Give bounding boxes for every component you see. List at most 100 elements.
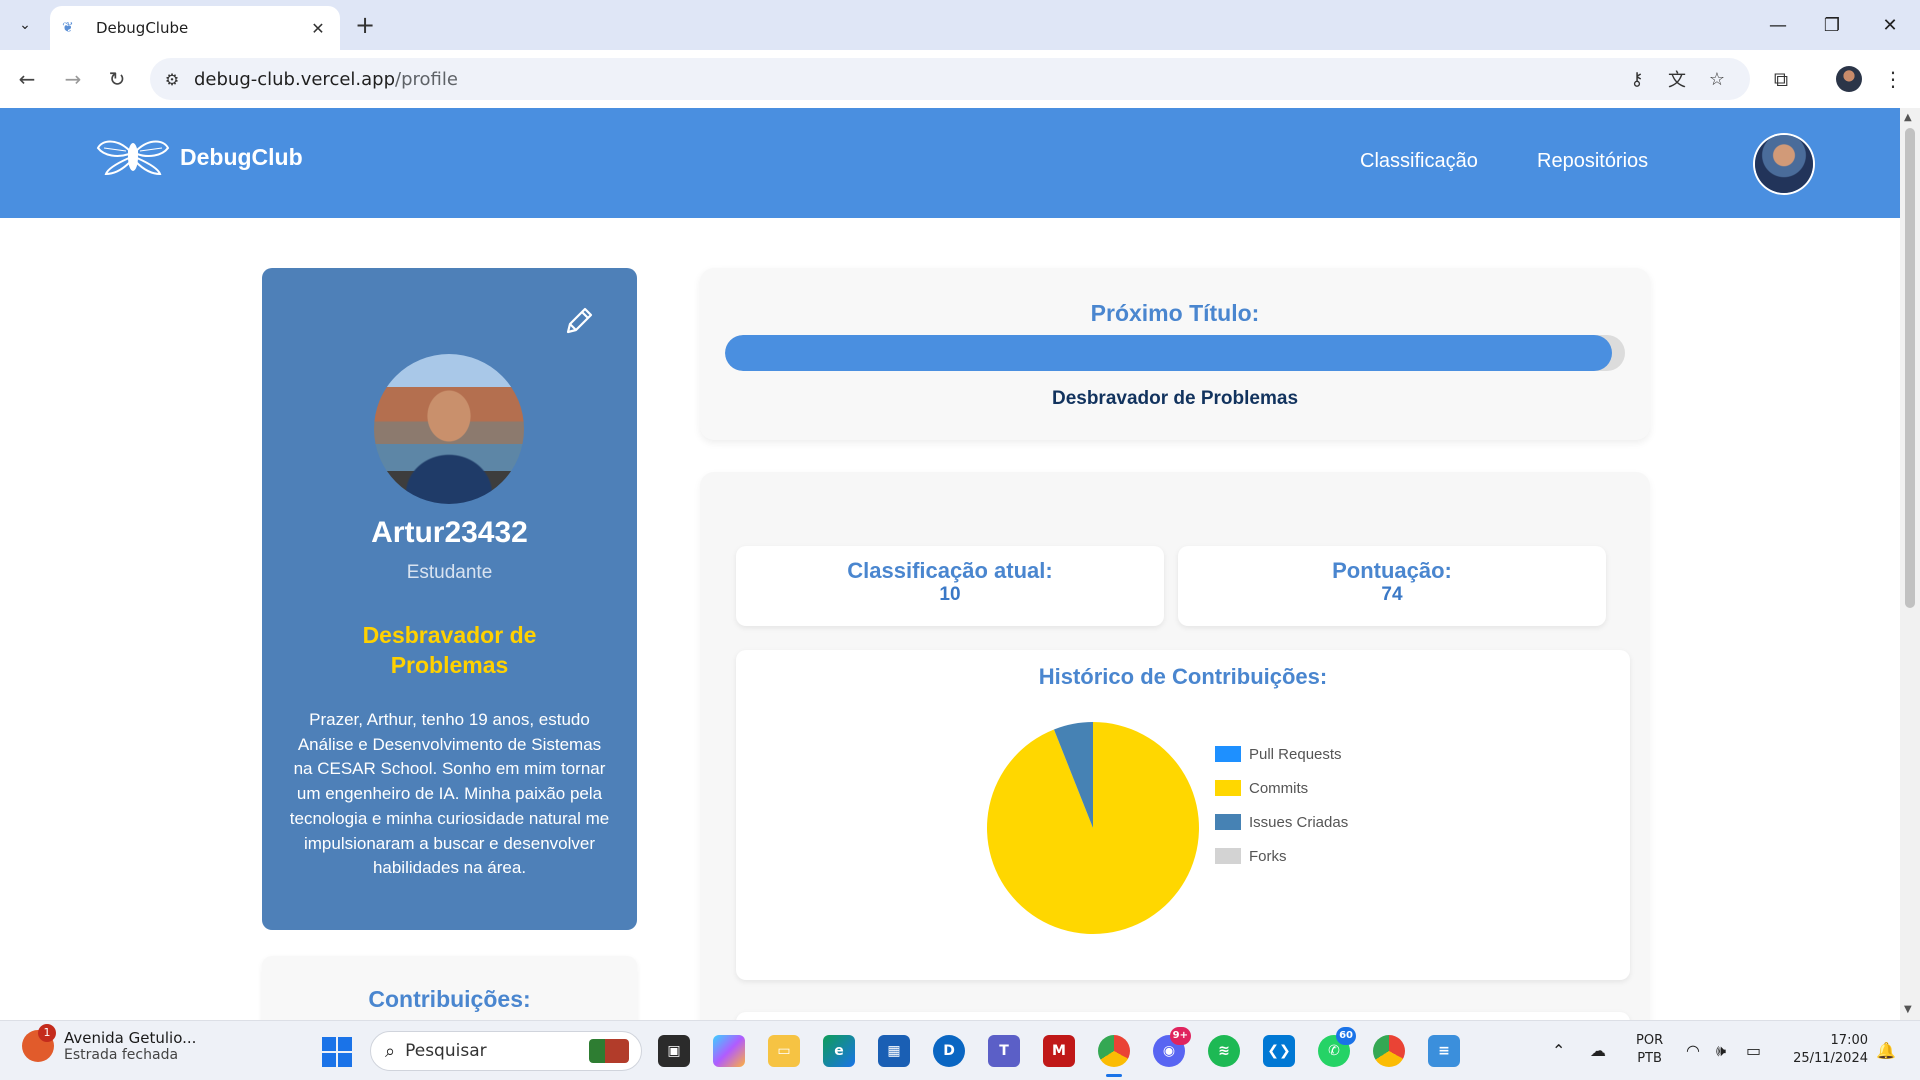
page-scrollbar[interactable]: ▲ ▼	[1900, 108, 1920, 1020]
site-favicon-icon: ❦	[62, 20, 74, 36]
site-info-icon[interactable]: ⚙	[150, 70, 194, 89]
score-value: 74	[1381, 584, 1403, 605]
language-code: POR	[1636, 1033, 1664, 1048]
battery-icon[interactable]: ▭	[1746, 1041, 1761, 1060]
tray-chevron-icon[interactable]: ⌃	[1552, 1041, 1565, 1060]
legend-swatch	[1215, 848, 1241, 864]
windows-start-icon[interactable]	[322, 1037, 352, 1067]
browser-profile-avatar[interactable]	[1836, 66, 1862, 92]
copilot-icon[interactable]	[713, 1035, 745, 1067]
language-indicator[interactable]: POR PTB	[1636, 1032, 1663, 1068]
clock-date: 25/11/2024	[1793, 1051, 1868, 1066]
legend-label: Pull Requests	[1249, 746, 1342, 763]
new-tab-icon[interactable]: +	[350, 10, 380, 40]
next-title-name: Desbravador de Problemas	[1051, 388, 1299, 409]
forward-icon[interactable]: →	[58, 64, 88, 94]
browser-tab[interactable]: ❦ DebugClube ✕	[50, 6, 340, 50]
extensions-puzzle-icon[interactable]: ⧉	[1766, 64, 1796, 94]
clock[interactable]: 17:00 25/11/2024	[1786, 1032, 1868, 1068]
windows-taskbar: 1 Avenida Getulio... Estrada fechada ⌕ P…	[0, 1020, 1920, 1080]
profile-card: Artur23432 Estudante Desbravador de Prob…	[262, 268, 637, 930]
clock-time: 17:00	[1830, 1033, 1868, 1048]
weather-title: Avenida Getulio...	[64, 1029, 197, 1047]
scroll-up-icon[interactable]: ▲	[1904, 112, 1912, 123]
restore-icon[interactable]: ❐	[1812, 10, 1852, 40]
profile-photo	[374, 354, 524, 504]
profile-role: Estudante	[406, 562, 493, 583]
window-close-icon[interactable]: ✕	[1870, 10, 1910, 40]
brand-name: DebugClub	[180, 143, 303, 170]
chrome-icon[interactable]	[1098, 1035, 1130, 1077]
score-label: Pontuação:	[1332, 558, 1452, 583]
contributions-heading: Contribuições:	[368, 986, 531, 1012]
site-header: DebugClub Classificação Repositórios	[0, 108, 1900, 218]
reload-icon[interactable]: ↻	[102, 64, 132, 94]
teams-icon[interactable]: T	[988, 1035, 1020, 1067]
cicada-logo-icon	[96, 140, 170, 176]
address-bar[interactable]: ⚙ debug-club.vercel.app /profile ⚷ 文 ☆	[150, 58, 1750, 100]
store-icon[interactable]: ▦	[878, 1035, 910, 1067]
task-view-icon[interactable]: ▣	[658, 1035, 690, 1067]
weather-subtitle: Estrada fechada	[64, 1047, 179, 1063]
file-explorer-icon[interactable]: ▭	[768, 1035, 800, 1067]
next-section-card	[736, 1012, 1630, 1020]
scroll-down-icon[interactable]: ▼	[1904, 1004, 1912, 1015]
edit-pencil-icon[interactable]	[562, 304, 596, 338]
whatsapp-icon[interactable]: ✆ 60	[1318, 1027, 1356, 1067]
legend-swatch	[1215, 746, 1241, 762]
scrollbar-thumb[interactable]	[1905, 128, 1915, 608]
user-avatar[interactable]	[1755, 135, 1813, 193]
tab-close-icon[interactable]: ✕	[308, 19, 328, 38]
bookmark-star-icon[interactable]: ☆	[1704, 67, 1730, 91]
profile-bio: Prazer, Arthur, tenho 19 anos, estudo An…	[289, 710, 610, 878]
taskbar-search-placeholder: Pesquisar	[405, 1041, 487, 1061]
back-icon[interactable]: ←	[12, 64, 42, 94]
tab-search-chevron-icon[interactable]: ⌄	[8, 8, 42, 42]
chrome-profile-icon[interactable]	[1373, 1035, 1405, 1067]
profile-username: Artur23432	[371, 516, 528, 549]
spotify-icon[interactable]: ≋	[1208, 1035, 1240, 1067]
current-rank-label: Classificação atual:	[847, 558, 1053, 583]
traffic-alert-icon: 1	[22, 1024, 56, 1062]
notifications-bell-icon[interactable]: 🔔	[1876, 1041, 1896, 1060]
nav-link-repositorios[interactable]: Repositórios	[1537, 150, 1648, 173]
discord-badge: 9+	[1169, 1027, 1191, 1045]
legend-swatch	[1215, 780, 1241, 796]
tab-title: DebugClube	[96, 19, 189, 37]
weather-badge: 1	[38, 1024, 56, 1042]
legend-item[interactable]: Pull Requests	[1215, 746, 1342, 763]
translate-icon[interactable]: 文	[1664, 67, 1690, 91]
whatsapp-badge: 60	[1336, 1027, 1356, 1045]
brand[interactable]: DebugClub	[96, 136, 303, 178]
current-rank-value: 10	[939, 584, 961, 605]
weather-widget[interactable]: 1 Avenida Getulio... Estrada fechada	[22, 1024, 197, 1063]
onedrive-icon[interactable]: ☁	[1590, 1041, 1606, 1060]
next-title-progress-bar	[725, 335, 1625, 371]
profile-rank-title: Desbravador de Problemas	[362, 622, 537, 678]
pie-chart-svg: Pull Requests Commits Issues Criadas Forks	[987, 722, 1348, 934]
browser-toolbar: ← → ↻ ⚙ debug-club.vercel.app /profile ⚷…	[0, 50, 1920, 108]
legend-item[interactable]: Forks	[1215, 848, 1287, 865]
dell-icon[interactable]: D	[933, 1035, 965, 1067]
discord-icon[interactable]: ◉ 9+	[1153, 1027, 1191, 1067]
search-highlight-icon	[589, 1039, 629, 1063]
url-host: debug-club.vercel.app	[194, 68, 396, 90]
notepad-icon[interactable]: ≡	[1428, 1035, 1460, 1067]
mcafee-icon[interactable]: M	[1043, 1035, 1075, 1067]
password-key-icon[interactable]: ⚷	[1624, 67, 1650, 91]
legend-label: Issues Criadas	[1249, 814, 1348, 831]
wifi-icon[interactable]: ◠	[1686, 1041, 1700, 1060]
page-viewport: DebugClub Classificação Repositórios Art…	[0, 108, 1900, 1020]
next-title-progress-fill	[725, 335, 1612, 371]
edge-icon[interactable]: e	[823, 1035, 855, 1067]
legend-item[interactable]: Issues Criadas	[1215, 814, 1348, 831]
legend-item[interactable]: Commits	[1215, 780, 1308, 797]
browser-menu-icon[interactable]: ⋮	[1878, 64, 1908, 94]
legend-label: Commits	[1249, 780, 1308, 797]
volume-icon[interactable]: 🕪	[1716, 1041, 1726, 1061]
nav-link-classificacao[interactable]: Classificação	[1360, 150, 1478, 173]
taskbar-search[interactable]: ⌕ Pesquisar	[370, 1031, 642, 1071]
minimize-icon[interactable]: —	[1758, 10, 1798, 40]
url-path: /profile	[395, 68, 458, 90]
vscode-icon[interactable]: ❮❯	[1263, 1035, 1295, 1067]
